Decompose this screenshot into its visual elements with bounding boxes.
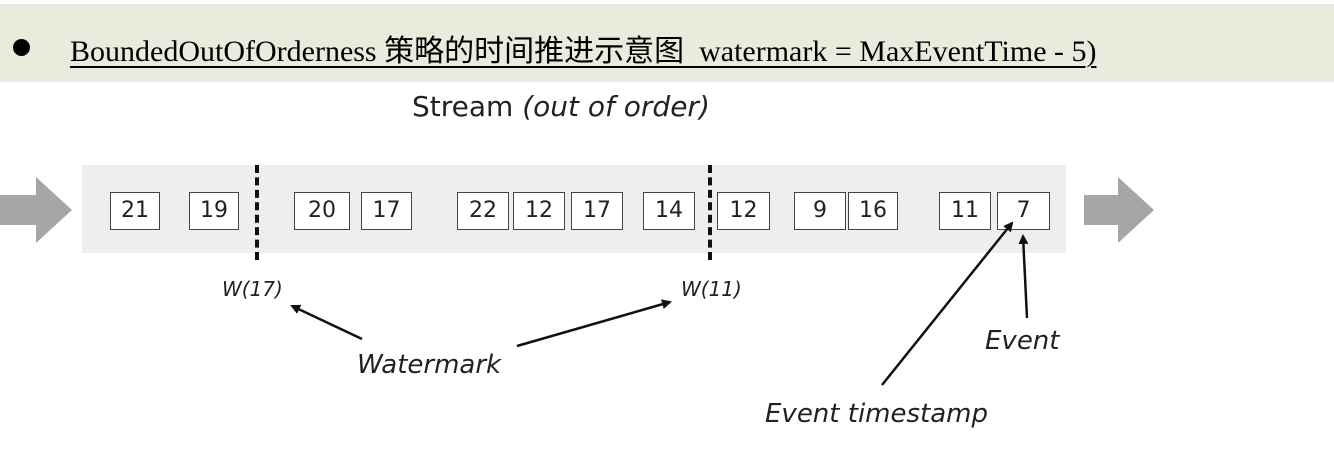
watermark-label: Watermark — [357, 350, 502, 380]
event-label: Event — [985, 326, 1060, 356]
pointer-arrows — [290, 221, 1029, 386]
pointer-arrow — [1018, 234, 1029, 319]
event-timestamp-label: Event timestamp — [765, 399, 988, 429]
pointer-arrow — [516, 299, 672, 348]
pointer-arrow — [881, 221, 1014, 386]
pointer-arrow — [290, 304, 363, 341]
